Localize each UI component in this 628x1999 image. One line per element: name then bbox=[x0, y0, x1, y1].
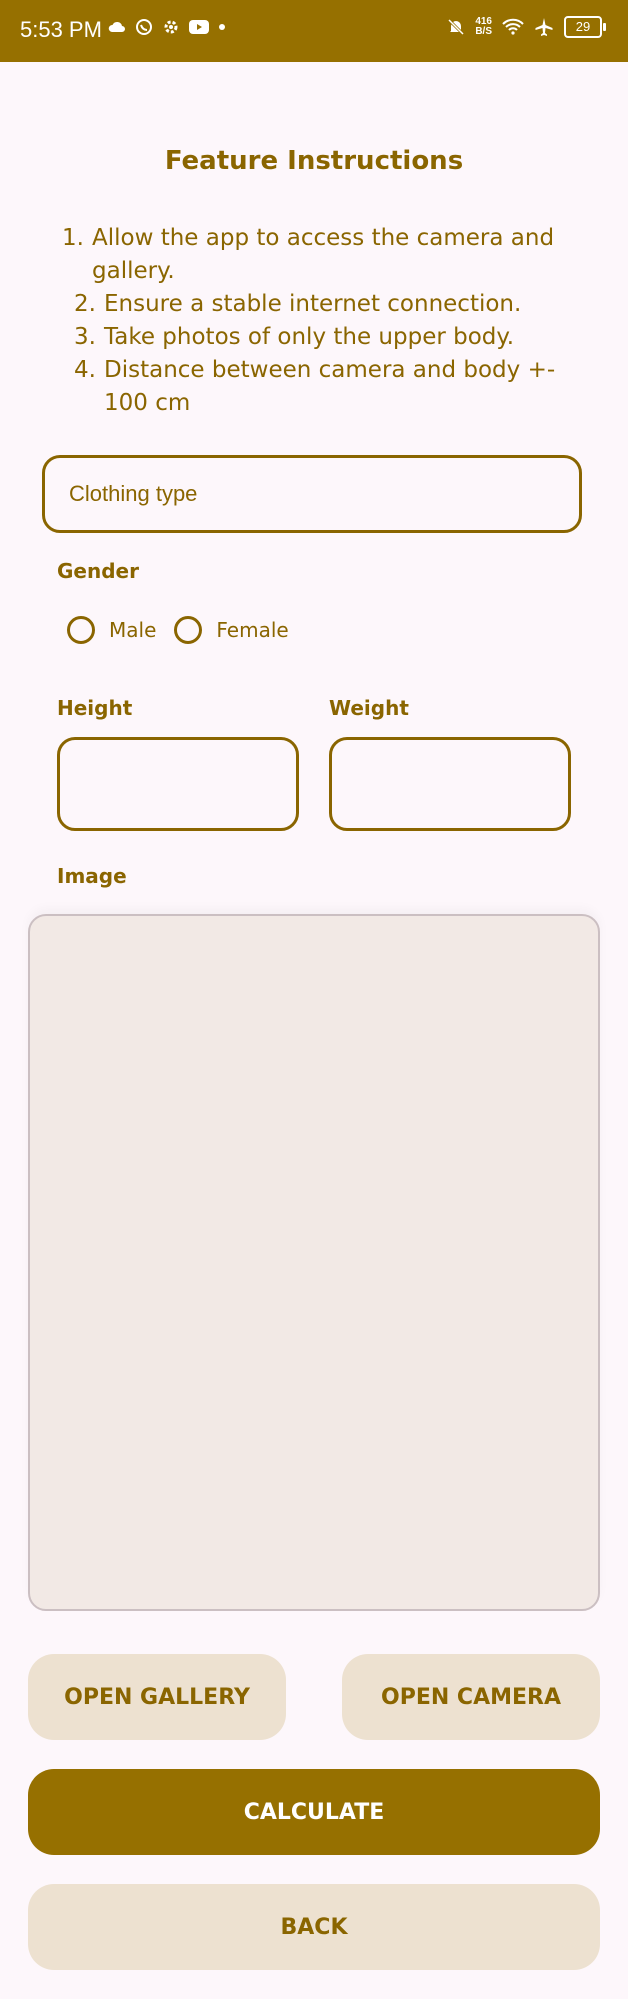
cloud-icon bbox=[108, 21, 125, 32]
wifi-icon bbox=[502, 18, 524, 35]
instruction-number: 2. bbox=[74, 291, 96, 317]
status-right-icons: 416 B/S 29 bbox=[447, 16, 606, 38]
open-camera-button[interactable]: OPEN CAMERA bbox=[342, 1654, 600, 1740]
back-button[interactable]: BACK bbox=[28, 1884, 600, 1970]
image-preview-area bbox=[28, 914, 600, 1611]
image-label: Image bbox=[57, 864, 127, 888]
height-label: Height bbox=[57, 696, 133, 720]
network-speed-unit: B/S bbox=[475, 26, 492, 37]
status-time: 5:53 PM bbox=[20, 17, 102, 42]
battery-icon: 29 bbox=[564, 16, 606, 38]
dot-icon bbox=[219, 24, 225, 30]
instruction-number: 3. bbox=[74, 324, 96, 350]
settings-gear-icon bbox=[164, 20, 178, 34]
clothing-type-field[interactable]: Clothing type bbox=[42, 455, 582, 533]
whatsapp-icon bbox=[136, 19, 152, 35]
radio-button-female[interactable] bbox=[174, 616, 203, 644]
status-left-icons bbox=[108, 18, 226, 36]
mute-bell-icon bbox=[448, 18, 465, 36]
instructions-list: 1. Allow the app to access the camera an… bbox=[62, 222, 582, 420]
instruction-item: 3. Take photos of only the upper body. bbox=[62, 321, 582, 354]
airplane-icon bbox=[535, 18, 553, 36]
weight-label: Weight bbox=[329, 696, 409, 720]
instruction-text: Distance between camera and body +- 100 … bbox=[104, 357, 556, 416]
open-gallery-button[interactable]: OPEN GALLERY bbox=[28, 1654, 286, 1740]
weight-input[interactable] bbox=[329, 737, 571, 831]
instruction-number: 1. bbox=[62, 225, 84, 251]
radio-label-female: Female bbox=[216, 618, 289, 642]
gender-radio-group: Male Female bbox=[67, 616, 307, 644]
instruction-text: Ensure a stable internet connection. bbox=[104, 291, 522, 317]
clothing-type-placeholder: Clothing type bbox=[69, 481, 198, 506]
gender-option-male[interactable]: Male bbox=[67, 616, 156, 644]
gender-option-female[interactable]: Female bbox=[174, 616, 289, 644]
gender-label: Gender bbox=[57, 559, 139, 583]
instruction-text: Take photos of only the upper body. bbox=[104, 324, 515, 350]
page-title: Feature Instructions bbox=[164, 146, 464, 176]
instruction-item: 4. Distance between camera and body +- 1… bbox=[62, 354, 582, 420]
status-bar: 5:53 PM 416 B/S 29 bbox=[0, 0, 628, 62]
youtube-icon bbox=[189, 20, 209, 34]
instruction-item: 1. Allow the app to access the camera an… bbox=[62, 222, 582, 288]
radio-label-male: Male bbox=[109, 618, 157, 642]
calculate-button[interactable]: CALCULATE bbox=[28, 1769, 600, 1855]
radio-button-male[interactable] bbox=[67, 616, 95, 644]
height-input[interactable] bbox=[57, 737, 299, 831]
network-speed: 416 B/S bbox=[475, 17, 492, 37]
instruction-text: Allow the app to access the camera and g… bbox=[92, 225, 555, 284]
instruction-item: 2. Ensure a stable internet connection. bbox=[62, 288, 582, 321]
instruction-number: 4. bbox=[74, 357, 96, 383]
